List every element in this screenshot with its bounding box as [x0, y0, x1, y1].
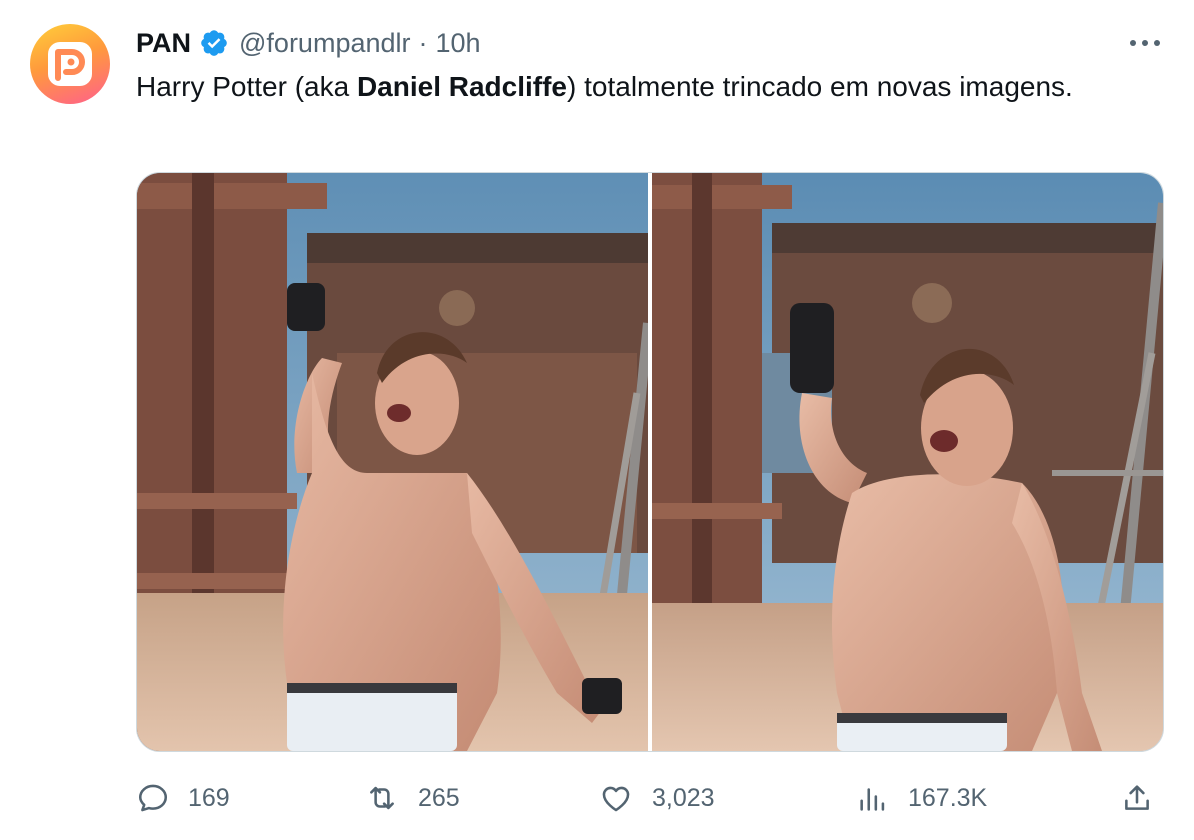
views-count: 167.3K [908, 783, 988, 812]
media-photo-2[interactable] [652, 173, 1163, 751]
more-options-icon [1130, 40, 1160, 46]
retweet-button[interactable]: 265 [364, 776, 460, 820]
tweet-text-part1: Harry Potter (aka [136, 71, 357, 102]
pan-logo-icon [48, 42, 92, 86]
views-button[interactable]: 167.3K [856, 776, 987, 820]
tweet-text: Harry Potter (aka Daniel Radcliffe) tota… [136, 68, 1146, 106]
share-button[interactable] [1120, 776, 1154, 820]
share-icon [1125, 785, 1149, 810]
display-name[interactable]: PAN [136, 28, 191, 59]
tweet-text-part2: ) totalmente trincado em novas imagens. [567, 71, 1073, 102]
tweet-actions: 169 265 3,023 167.3K [136, 776, 1162, 820]
timestamp[interactable]: 10h [436, 28, 481, 59]
more-options-button[interactable] [1122, 28, 1168, 58]
retweet-count: 265 [418, 783, 460, 812]
retweet-icon [370, 786, 394, 810]
tweet-media [136, 172, 1164, 752]
tweet-text-bold: Daniel Radcliffe [356, 71, 568, 102]
tweet-header: PAN @forumpandlr · 10h [136, 26, 481, 60]
views-icon [860, 788, 885, 811]
verified-badge-icon [199, 28, 229, 58]
author-handle[interactable]: @forumpandlr [239, 28, 410, 59]
like-icon [602, 786, 630, 812]
like-count: 3,023 [652, 783, 715, 812]
reply-button[interactable]: 169 [136, 776, 230, 820]
reply-count: 169 [188, 783, 230, 812]
media-photo-1[interactable] [137, 173, 648, 751]
separator-dot: · [418, 27, 428, 58]
like-button[interactable]: 3,023 [598, 776, 715, 820]
avatar[interactable] [30, 24, 110, 104]
reply-icon [138, 784, 168, 812]
